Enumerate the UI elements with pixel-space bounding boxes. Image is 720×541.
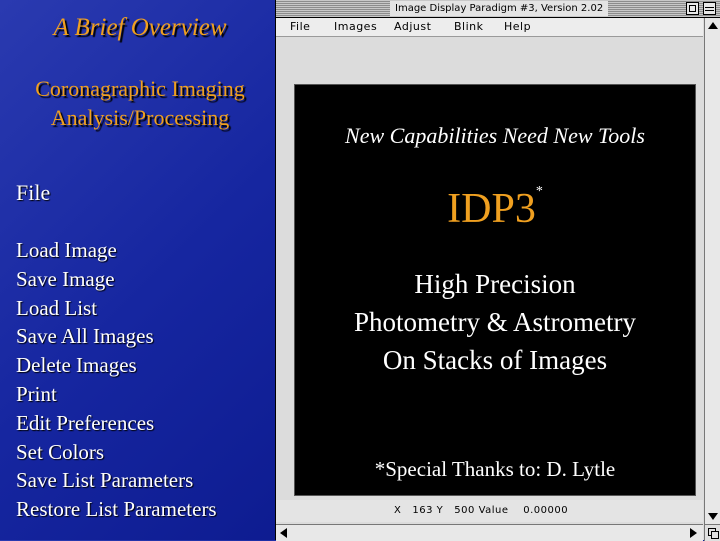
list-item: Print (16, 381, 57, 406)
product-label: IDP3 (447, 186, 536, 232)
status-bar: X 163 Y 500 Value 0.00000 (276, 500, 703, 522)
horizontal-scrollbar[interactable] (276, 524, 703, 541)
scroll-left-arrow-icon[interactable] (280, 528, 287, 538)
menu-adjust[interactable]: Adjust (394, 20, 431, 33)
slide-left-panel: A Brief Overview Coronagraphic Imaging A… (0, 0, 275, 540)
menu-help[interactable]: Help (504, 20, 531, 33)
list-item: Save All Images (16, 324, 154, 349)
scroll-right-arrow-icon[interactable] (690, 528, 697, 538)
subtitle-line-2: Analysis/Processing (50, 105, 230, 130)
list-item: Load List (16, 295, 98, 320)
list-item: Load Image (16, 238, 117, 262)
window-title: Image Display Paradigm #3, Version 2.02 (390, 1, 609, 16)
list-item: Restore List Parameters (16, 497, 217, 522)
description-line-3: On Stacks of Images (382, 345, 608, 375)
scroll-up-arrow-icon[interactable] (708, 22, 718, 29)
description-line-1: High Precision (414, 269, 576, 299)
list-item: Delete Images (16, 353, 137, 378)
app-window: Image Display Paradigm #3, Version 2.02 … (275, 0, 720, 541)
menu-blink[interactable]: Blink (454, 20, 484, 33)
file-heading: File (16, 180, 51, 205)
product-name: IDP3* (295, 184, 695, 233)
list-item: Set Colors (16, 439, 105, 464)
grow-box-icon[interactable] (704, 524, 720, 541)
list-item: Edit Preferences (16, 410, 155, 435)
canvas-heading: New Capabilities Need New Tools (345, 123, 645, 148)
slide-subtitle: Coronagraphic Imaging Analysis/Processin… (0, 74, 280, 132)
scroll-down-arrow-icon[interactable] (708, 513, 718, 520)
zoom-box-icon[interactable] (686, 2, 699, 15)
menu-file[interactable]: File (290, 20, 310, 33)
cursor-readout: X 163 Y 500 Value 0.00000 (394, 505, 569, 516)
acknowledgement: *Special Thanks to: D. Lytle (374, 457, 616, 481)
list-item: Save Image (16, 266, 115, 291)
description-line-2: Photometry & Astrometry (354, 307, 636, 337)
window-titlebar[interactable]: Image Display Paradigm #3, Version 2.02 (276, 0, 720, 18)
product-footnote-mark: * (535, 184, 543, 199)
image-display-canvas[interactable]: New Capabilities Need New Tools IDP3* Hi… (294, 84, 696, 496)
menu-images[interactable]: Images (334, 20, 377, 33)
subtitle-line-1: Coronagraphic Imaging (35, 76, 245, 101)
collapse-box-icon[interactable] (703, 2, 716, 15)
vertical-scrollbar[interactable] (704, 18, 720, 524)
menu-bar: File Images Adjust Blink Help (276, 18, 703, 37)
list-item: Save List Parameters (16, 468, 194, 493)
file-menu-list: Load Image Save Image Load List Save All… (16, 236, 217, 524)
slide-title: A Brief Overview (53, 14, 227, 41)
